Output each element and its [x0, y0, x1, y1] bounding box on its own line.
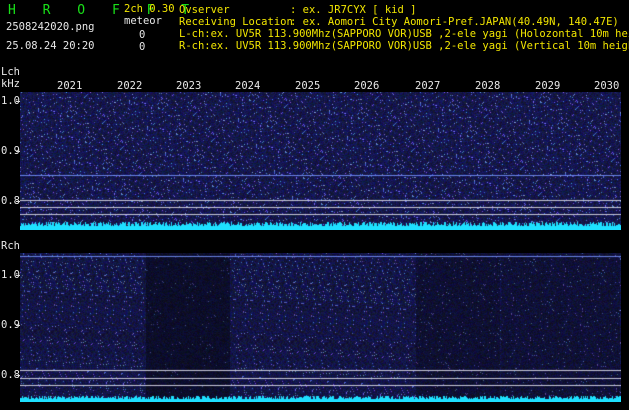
year-label: 2024 [235, 80, 261, 92]
filename-label: 2508242020.png [6, 21, 95, 33]
year-label: 2026 [354, 80, 380, 92]
rch-info: R-ch:ex. UV5R 113.900Mhz(SAPPORO VOR)USB… [179, 40, 629, 52]
location-value: : ex. Aomori City Aomori-Pref.JAPAN(40.4… [290, 16, 619, 28]
lch-label: Lch [1, 66, 20, 78]
year-label: 2023 [176, 80, 202, 92]
rch-spectrogram [20, 253, 621, 402]
lch-unit-label: kHz [1, 78, 20, 90]
location-label: Receiving Location [179, 16, 293, 28]
year-label: 2025 [295, 80, 321, 92]
meteor-count-rch: 0 [139, 41, 146, 53]
meteor-count-lch: 0 [139, 29, 146, 41]
lch-spectrogram [20, 92, 621, 230]
observer-value: : ex. JR7CYX [ kid ] [290, 4, 417, 16]
year-label: 2027 [415, 80, 441, 92]
channel-label: 2ch 0.30 [124, 3, 175, 15]
year-label: 2028 [475, 80, 501, 92]
year-label: 2022 [117, 80, 143, 92]
year-label: 2029 [535, 80, 561, 92]
year-label: 2030 [594, 80, 620, 92]
rch-label: Rch [1, 240, 20, 252]
datetime-label: 25.08.24 20:20 [6, 40, 95, 52]
lch-spectrogram-canvas [20, 92, 621, 230]
meteor-label: meteor [124, 15, 162, 27]
year-label: 2021 [57, 80, 83, 92]
lch-info: L-ch:ex. UV5R 113.900Mhz(SAPPORO VOR)USB… [179, 28, 629, 40]
rch-spectrogram-canvas [20, 253, 621, 402]
observer-label: Ovserver [179, 4, 230, 16]
